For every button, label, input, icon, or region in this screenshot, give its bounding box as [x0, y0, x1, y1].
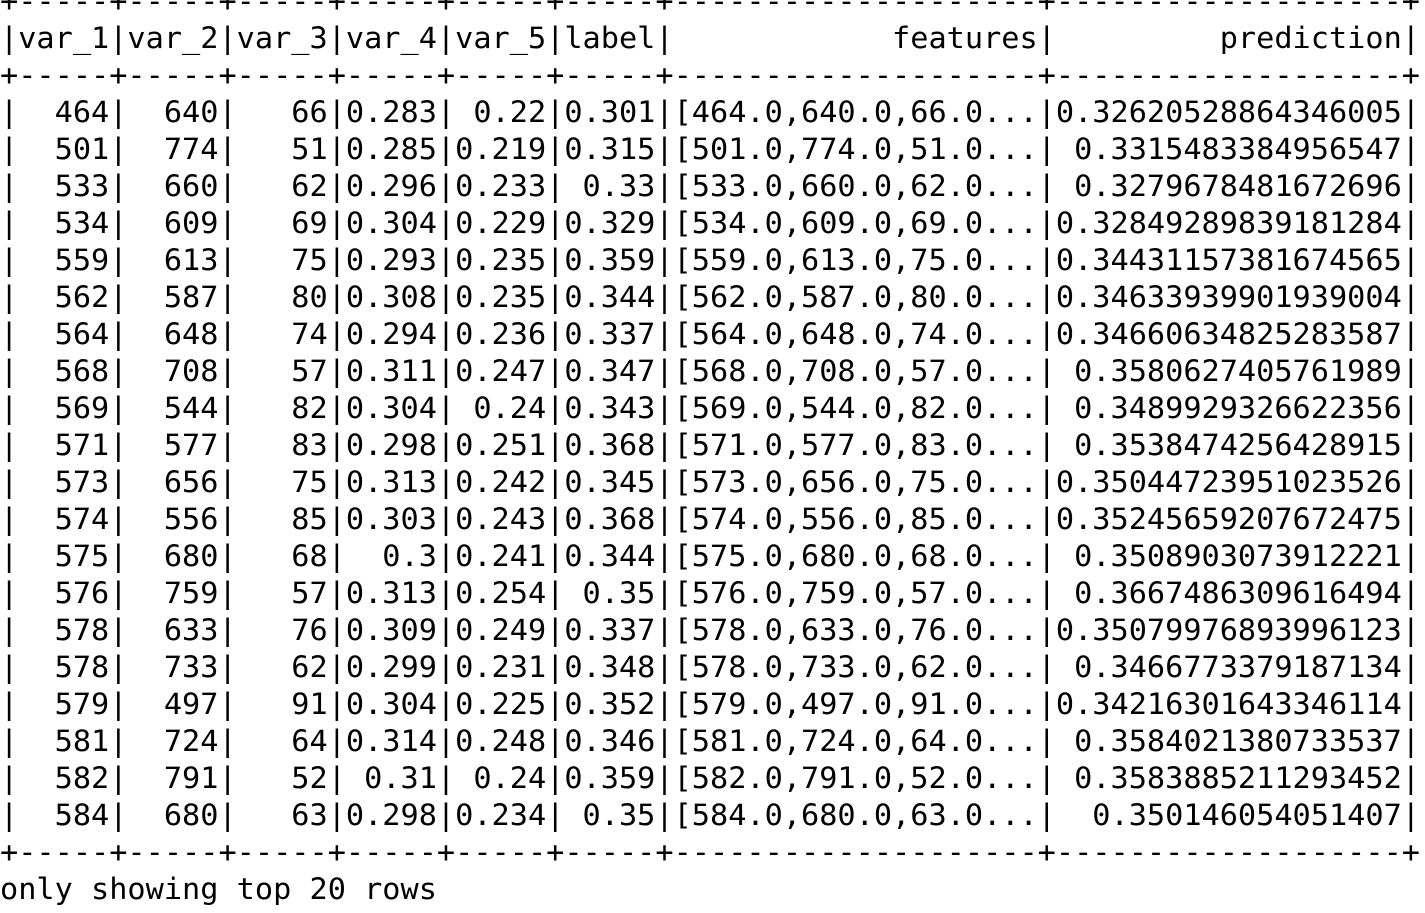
table-header-row: |var_1|var_2|var_3|var_4|var_5|label| fe…: [0, 21, 1420, 55]
table-row: | 571| 577| 83|0.298|0.251|0.368|[571.0,…: [0, 428, 1420, 462]
table-row: | 564| 648| 74|0.294|0.236|0.337|[564.0,…: [0, 317, 1420, 351]
table-row: | 562| 587| 80|0.308|0.235|0.344|[562.0,…: [0, 280, 1420, 314]
table-row: | 569| 544| 82|0.304| 0.24|0.343|[569.0,…: [0, 391, 1420, 425]
footer-note: only showing top 20 rows: [0, 872, 437, 906]
table-border-header: +-----+-----+-----+-----+-----+-----+---…: [0, 58, 1420, 92]
table-border-top: +-----+-----+-----+-----+-----+-----+---…: [0, 0, 1420, 18]
table-row: | 534| 609| 69|0.304|0.229|0.329|[534.0,…: [0, 206, 1420, 240]
table-row: | 584| 680| 63|0.298|0.234| 0.35|[584.0,…: [0, 798, 1420, 832]
table-row: | 578| 733| 62|0.299|0.231|0.348|[578.0,…: [0, 650, 1420, 684]
table-row: | 582| 791| 52| 0.31| 0.24|0.359|[582.0,…: [0, 761, 1420, 795]
table-row: | 581| 724| 64|0.314|0.248|0.346|[581.0,…: [0, 724, 1420, 758]
table-row: | 574| 556| 85|0.303|0.243|0.368|[574.0,…: [0, 502, 1420, 536]
table-row: | 579| 497| 91|0.304|0.225|0.352|[579.0,…: [0, 687, 1420, 721]
table-row: | 575| 680| 68| 0.3|0.241|0.344|[575.0,6…: [0, 539, 1420, 573]
table-border-bottom: +-----+-----+-----+-----+-----+-----+---…: [0, 835, 1420, 869]
table-row: | 573| 656| 75|0.313|0.242|0.345|[573.0,…: [0, 465, 1420, 499]
console-output: +-----+-----+-----+-----+-----+-----+---…: [0, 0, 1425, 913]
table-row: | 576| 759| 57|0.313|0.254| 0.35|[576.0,…: [0, 576, 1420, 610]
table-row: | 464| 640| 66|0.283| 0.22|0.301|[464.0,…: [0, 95, 1420, 129]
table-row: | 578| 633| 76|0.309|0.249|0.337|[578.0,…: [0, 613, 1420, 647]
table-row: | 501| 774| 51|0.285|0.219|0.315|[501.0,…: [0, 132, 1420, 166]
table-row: | 568| 708| 57|0.311|0.247|0.347|[568.0,…: [0, 354, 1420, 388]
table-row: | 533| 660| 62|0.296|0.233| 0.33|[533.0,…: [0, 169, 1420, 203]
table-row: | 559| 613| 75|0.293|0.235|0.359|[559.0,…: [0, 243, 1420, 277]
